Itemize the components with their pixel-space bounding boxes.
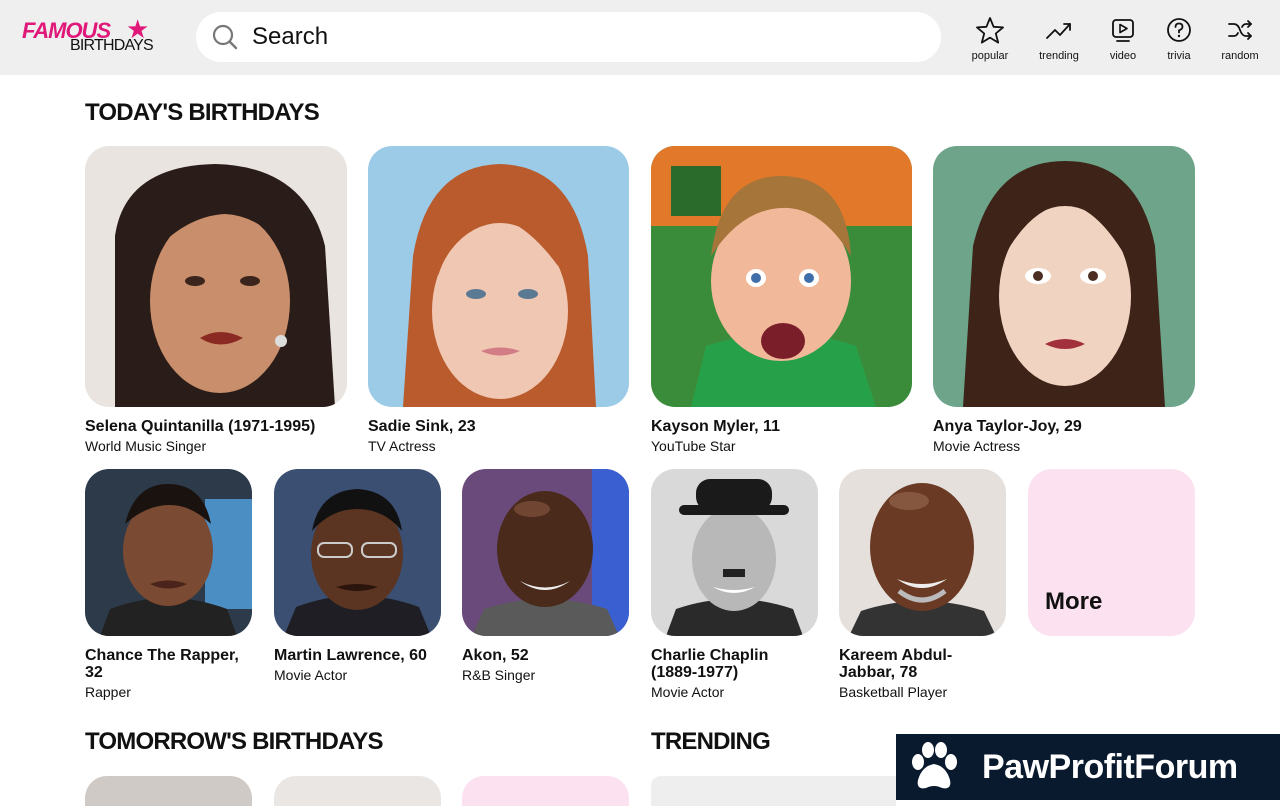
- site-logo[interactable]: FAMOUS ★ BIRTHDAYS: [22, 16, 157, 58]
- celebrity-profession: TV Actress: [368, 438, 436, 454]
- celebrity-name: Sadie Sink, 23: [368, 418, 476, 435]
- site-header: FAMOUS ★ BIRTHDAYS popular trending vide…: [0, 0, 1280, 75]
- celebrity-card-kareem[interactable]: Kareem Abdul-Jabbar, 78 Basketball Playe…: [839, 469, 1006, 701]
- celebrity-photo: [368, 146, 629, 407]
- celebrity-profession: Movie Actress: [933, 438, 1021, 454]
- celebrity-photo: [839, 469, 1006, 636]
- celebrity-name: Anya Taylor-Joy, 29: [933, 418, 1082, 435]
- nav-popular-label: popular: [971, 50, 1009, 62]
- celebrity-profession: Rapper: [85, 684, 131, 700]
- nav-video-label: video: [1109, 50, 1137, 62]
- celebrity-card-martin[interactable]: Martin Lawrence, 60 Movie Actor: [274, 469, 441, 701]
- trending-heading: TRENDING: [651, 728, 771, 755]
- nav-random[interactable]: random: [1210, 14, 1270, 64]
- nav-random-label: random: [1221, 50, 1259, 62]
- celebrity-name: Selena Quintanilla (1971-1995): [85, 418, 316, 435]
- celebrity-photo: [651, 146, 912, 407]
- logo-birthdays: BIRTHDAYS: [70, 37, 154, 54]
- celebrity-photo: [85, 146, 347, 407]
- celebrity-card-anya[interactable]: Anya Taylor-Joy, 29 Movie Actress: [933, 146, 1195, 461]
- more-birthdays-tile[interactable]: More: [1028, 469, 1195, 636]
- nav-popular[interactable]: popular: [960, 14, 1020, 64]
- celebrity-photo: [651, 469, 818, 636]
- celebrity-card-chaplin[interactable]: Charlie Chaplin (1889-1977) Movie Actor: [651, 469, 818, 701]
- celebrity-profession: World Music Singer: [85, 438, 207, 454]
- celebrity-name: Charlie Chaplin (1889-1977): [651, 647, 769, 681]
- celebrity-photo: [462, 469, 629, 636]
- trending-icon: [1046, 23, 1071, 39]
- tomorrow-more-tile[interactable]: [462, 776, 629, 806]
- nav-trending-label: trending: [1039, 50, 1079, 62]
- tomorrow-card-photo[interactable]: [274, 776, 441, 806]
- video-icon: [1112, 19, 1134, 42]
- nav-trivia-label: trivia: [1167, 50, 1191, 62]
- more-label: More: [1045, 588, 1103, 615]
- star-icon: [976, 17, 1004, 44]
- search-bar[interactable]: [196, 12, 941, 62]
- celebrity-name: Martin Lawrence, 60: [274, 647, 427, 664]
- celebrity-profession: R&B Singer: [462, 667, 536, 683]
- celebrity-photo: [274, 469, 441, 636]
- celebrity-name: Chance The Rapper, 32: [85, 647, 239, 681]
- trending-list[interactable]: [651, 776, 896, 806]
- watermark-text: PawProfitForum: [982, 748, 1238, 786]
- celebrity-profession: YouTube Star: [651, 438, 736, 454]
- celebrity-card-kayson[interactable]: Kayson Myler, 11 YouTube Star: [651, 146, 912, 461]
- celebrity-profession: Movie Actor: [274, 667, 348, 683]
- celebrity-profession: Movie Actor: [651, 684, 725, 700]
- celebrity-profession: Basketball Player: [839, 684, 948, 700]
- tomorrow-card-photo[interactable]: [85, 776, 252, 806]
- nav-trending[interactable]: trending: [1029, 14, 1089, 64]
- celebrity-name: Kayson Myler, 11: [651, 418, 780, 435]
- search-icon: [212, 24, 238, 50]
- paw-icon: [912, 742, 957, 789]
- todays-birthdays-heading: TODAY'S BIRTHDAYS: [85, 99, 320, 126]
- nav-video[interactable]: video: [1093, 14, 1153, 64]
- search-input[interactable]: [252, 22, 912, 52]
- celebrity-name: Akon, 52: [462, 647, 529, 664]
- nav-trivia[interactable]: trivia: [1149, 14, 1209, 64]
- celebrity-photo: [85, 469, 252, 636]
- celebrity-photo: [933, 146, 1195, 407]
- tomorrows-birthdays-heading: TOMORROW'S BIRTHDAYS: [85, 728, 384, 755]
- watermark-banner: PawProfitForum: [896, 734, 1280, 800]
- celebrity-card-selena[interactable]: Selena Quintanilla (1971-1995) World Mus…: [85, 146, 347, 461]
- shuffle-icon: [1228, 20, 1252, 40]
- question-icon: [1167, 18, 1191, 42]
- celebrity-card-akon[interactable]: Akon, 52 R&B Singer: [462, 469, 629, 701]
- celebrity-name: Kareem Abdul-Jabbar, 78: [839, 647, 953, 681]
- celebrity-card-chance[interactable]: Chance The Rapper, 32 Rapper: [85, 469, 252, 701]
- celebrity-card-sadie[interactable]: Sadie Sink, 23 TV Actress: [368, 146, 629, 461]
